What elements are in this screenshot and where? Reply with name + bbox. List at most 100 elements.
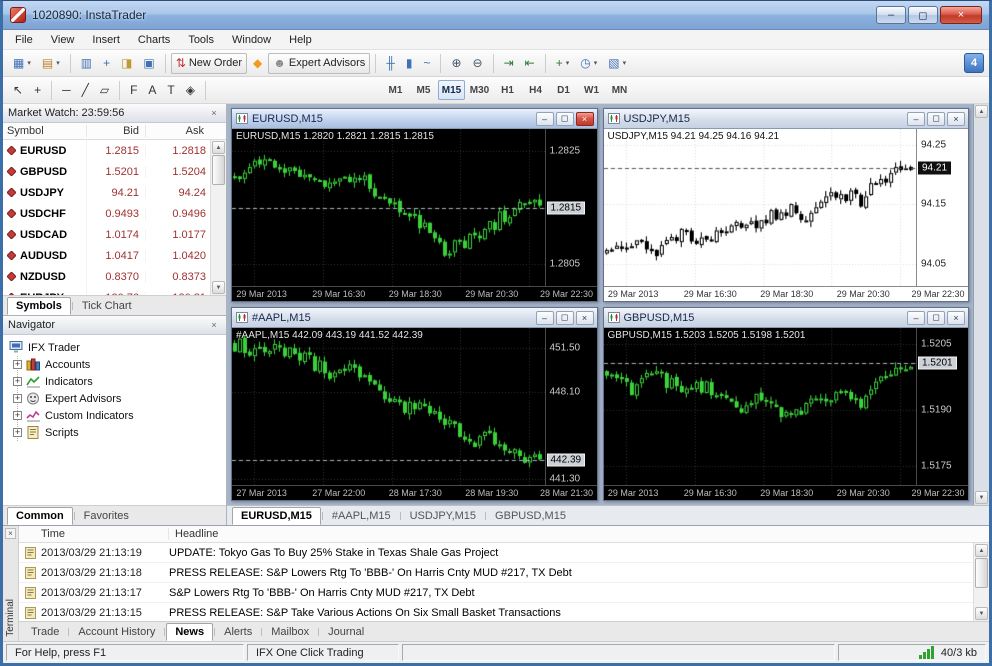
shapes-tool-button[interactable]: ◈ — [181, 80, 200, 101]
expand-icon[interactable]: + — [13, 377, 22, 386]
chart-canvas-gbpusd[interactable] — [603, 328, 916, 485]
timeframe-h1[interactable]: H1 — [494, 80, 521, 100]
candles-mode-button[interactable]: ▮ — [401, 53, 418, 74]
data-window-toggle-button[interactable]: + — [98, 53, 115, 74]
channel-tool-button[interactable]: ▱ — [95, 80, 114, 101]
timeframe-m1[interactable]: M1 — [382, 80, 409, 100]
chart-restore-button[interactable]: ◻ — [555, 111, 574, 126]
terminal-tab-alerts[interactable]: Alerts — [216, 623, 260, 641]
timeframe-m5[interactable]: M5 — [410, 80, 437, 100]
chart-minimize-button[interactable]: – — [535, 111, 554, 126]
market-watch-scrollbar[interactable]: ▲ ▼ — [210, 140, 226, 295]
chart-canvas-usdjpy[interactable] — [603, 129, 916, 286]
chart-restore-button[interactable]: ◻ — [927, 310, 945, 325]
navigator-item-indicators[interactable]: + Indicators — [13, 373, 224, 390]
chart-minimize-button[interactable]: – — [535, 310, 554, 325]
timeframe-m15[interactable]: M15 — [438, 80, 465, 100]
cursor-tool-button[interactable]: ↖ — [8, 80, 28, 101]
expand-icon[interactable]: + — [13, 360, 22, 369]
templates-menu-button[interactable]: ▧ ▾ — [603, 53, 631, 74]
scroll-down-icon[interactable]: ▼ — [212, 281, 225, 294]
market-watch-close-icon[interactable]: × — [207, 107, 221, 120]
fibonacci-tool-button[interactable]: F — [125, 80, 142, 101]
expand-icon[interactable]: + — [13, 411, 22, 420]
chart-window-titlebar[interactable]: USDJPY,M15 – ◻ × — [603, 109, 968, 129]
notification-button[interactable]: 4 — [964, 53, 984, 73]
navigator-item-custom-indicators[interactable]: + Custom Indicators — [13, 407, 224, 424]
close-button[interactable]: × — [940, 6, 982, 24]
terminal-tab-account-history[interactable]: Account History — [70, 623, 163, 641]
navigator-item-expert-advisors[interactable]: + Expert Advisors — [13, 390, 224, 407]
market-watch-row-eurusd[interactable]: EURUSD 1.2815 1.2818 — [3, 140, 210, 161]
navigator-close-icon[interactable]: × — [207, 319, 221, 332]
news-row[interactable]: 2013/03/29 21:13:19 UPDATE: Tokyo Gas To … — [19, 543, 973, 563]
chart-tab-eurusd-m15[interactable]: EURUSD,M15 — [232, 507, 321, 525]
chart-restore-button[interactable]: ◻ — [927, 111, 945, 126]
zoom-out-button[interactable]: ⊖ — [468, 53, 488, 74]
scroll-up-icon[interactable]: ▲ — [212, 141, 225, 154]
auto-scroll-button[interactable]: ⇥ — [499, 53, 519, 74]
minimize-button[interactable]: – — [876, 6, 906, 24]
title-bar[interactable]: 1020890: InstaTrader – ◻ × — [3, 1, 989, 30]
line-mode-button[interactable]: ~ — [418, 53, 435, 74]
terminal-tab-trade[interactable]: Trade — [23, 623, 67, 641]
one-click-alert-button[interactable]: ◆ — [248, 53, 267, 74]
chart-close-button[interactable]: × — [947, 111, 965, 126]
terminal-close-icon[interactable]: × — [5, 528, 16, 539]
chart-minimize-button[interactable]: – — [907, 111, 925, 126]
news-row[interactable]: 2013/03/29 21:13:17 S&P Lowers Rtg To 'BB… — [19, 583, 973, 603]
chart-close-button[interactable]: × — [575, 310, 594, 325]
market-watch-row-usdjpy[interactable]: USDJPY 94.21 94.24 — [3, 182, 210, 203]
new-order-button[interactable]: ⇅ New Order — [170, 52, 248, 74]
timeframe-mn[interactable]: MN — [606, 80, 633, 100]
horizontal-line-tool-button[interactable]: ─ — [57, 80, 76, 101]
chart-close-button[interactable]: × — [575, 111, 594, 126]
chart-restore-button[interactable]: ◻ — [555, 310, 574, 325]
navigator-item-scripts[interactable]: + Scripts — [13, 424, 224, 441]
periods-menu-button[interactable]: ◷ ▾ — [575, 53, 602, 74]
menu-item-tools[interactable]: Tools — [179, 31, 223, 49]
chart-tab-gbpusd-m15[interactable]: GBPUSD,M15 — [487, 507, 574, 525]
terminal-tab-news[interactable]: News — [166, 623, 214, 641]
market-watch-row-eurjpy[interactable]: EURJPY120.76120.81 — [3, 287, 210, 295]
timeframe-m30[interactable]: M30 — [466, 80, 493, 100]
chart-shift-button[interactable]: ⇤ — [520, 53, 540, 74]
terminal-tab-journal[interactable]: Journal — [320, 623, 372, 641]
market-watch-row-nzdusd[interactable]: NZDUSD 0.8370 0.8373 — [3, 266, 210, 287]
zoom-in-button[interactable]: ⊕ — [446, 53, 466, 74]
menu-item-window[interactable]: Window — [223, 31, 280, 49]
chart-plot-area[interactable]: EURUSD,M15 1.2820 1.2821 1.2815 1.2815 — [232, 129, 545, 286]
scroll-down-icon[interactable]: ▼ — [975, 607, 988, 620]
status-one-click-trading[interactable]: IFX One Click Trading — [247, 644, 399, 661]
terminal-scrollbar[interactable]: ▲ ▼ — [973, 543, 989, 621]
new-chart-button[interactable]: ▦ ▾ — [8, 53, 36, 74]
chart-window-titlebar[interactable]: GBPUSD,M15 – ◻ × — [603, 308, 968, 328]
market-watch-toggle-button[interactable]: ▥ — [76, 53, 97, 74]
bars-mode-button[interactable]: ╫ — [381, 53, 400, 74]
market-watch-row-usdcad[interactable]: USDCAD 1.0174 1.0177 — [3, 224, 210, 245]
expert-advisors-button[interactable]: ☻ Expert Advisors — [268, 52, 371, 74]
menu-item-help[interactable]: Help — [280, 31, 321, 49]
menu-item-file[interactable]: File — [6, 31, 42, 49]
chart-minimize-button[interactable]: – — [907, 310, 925, 325]
label-tool-button[interactable]: T — [162, 80, 179, 101]
timeframe-d1[interactable]: D1 — [550, 80, 577, 100]
market-watch-row-usdchf[interactable]: USDCHF 0.9493 0.9496 — [3, 203, 210, 224]
chart-plot-area[interactable]: #AAPL,M15 442.09 443.19 441.52 442.39 — [232, 328, 545, 485]
navigator-tab-common[interactable]: Common — [7, 507, 73, 525]
scroll-thumb[interactable] — [212, 155, 225, 185]
scroll-up-icon[interactable]: ▲ — [975, 105, 988, 118]
chart-close-button[interactable]: × — [947, 310, 965, 325]
terminal-toggle-button[interactable]: ▣ — [138, 53, 159, 74]
navigator-toggle-button[interactable]: ◨ — [116, 53, 137, 74]
timeframe-h4[interactable]: H4 — [522, 80, 549, 100]
market-watch-tab-tick-chart[interactable]: Tick Chart — [74, 297, 140, 315]
crosshair-tool-button[interactable]: + — [29, 80, 46, 101]
navigator-tab-favorites[interactable]: Favorites — [76, 507, 137, 525]
terminal-tab-mailbox[interactable]: Mailbox — [263, 623, 317, 641]
scroll-up-icon[interactable]: ▲ — [975, 544, 988, 557]
menu-item-charts[interactable]: Charts — [129, 31, 179, 49]
scroll-down-icon[interactable]: ▼ — [975, 491, 988, 504]
menu-item-insert[interactable]: Insert — [83, 31, 129, 49]
expand-icon[interactable]: + — [13, 394, 22, 403]
